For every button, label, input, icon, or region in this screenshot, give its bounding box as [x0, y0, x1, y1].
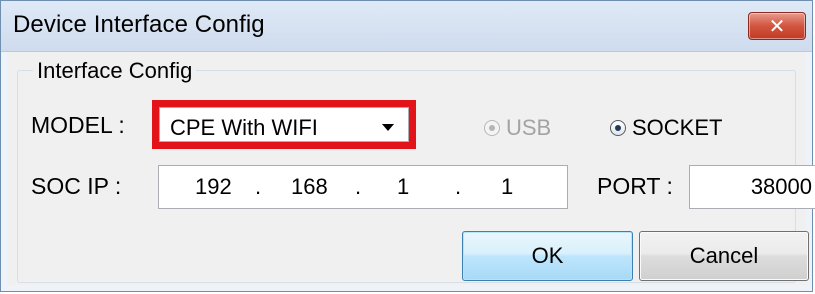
ip-octet-2[interactable]: 168 — [291, 174, 328, 200]
radio-dot — [489, 125, 495, 131]
ip-separator: . — [255, 174, 262, 199]
cancel-button[interactable]: Cancel — [639, 231, 809, 281]
port-label: PORT : — [597, 173, 673, 199]
port-value: 38000 — [750, 174, 812, 199]
dialog-window: Device Interface Config ✕ Interface Conf… — [0, 0, 815, 292]
model-dropdown[interactable]: CPE With WIFI — [159, 107, 409, 142]
ok-button-label: OK — [531, 243, 564, 268]
socket-radio[interactable] — [610, 120, 626, 136]
ip-octet-3[interactable]: 1 — [397, 174, 409, 200]
ip-separator: . — [455, 174, 462, 199]
ip-octet-4[interactable]: 1 — [501, 174, 513, 200]
window-title: Device Interface Config — [13, 11, 265, 38]
title-bar[interactable]: Device Interface Config ✕ — [1, 1, 812, 52]
soc-ip-field[interactable]: 192 . 168 . 1 . 1 — [158, 165, 568, 209]
cancel-button-label: Cancel — [689, 243, 759, 268]
socket-radio-label: SOCKET — [632, 115, 723, 140]
soc-ip-label: SOC IP : — [31, 173, 122, 199]
usb-radio[interactable] — [484, 120, 500, 136]
port-field[interactable]: 38000 — [689, 165, 815, 209]
close-icon: ✕ — [768, 15, 786, 38]
ip-octet-1[interactable]: 192 — [195, 174, 232, 200]
model-highlight-box: CPE With WIFI — [152, 100, 416, 149]
close-button[interactable]: ✕ — [748, 12, 806, 40]
model-dropdown-value: CPE With WIFI — [170, 115, 318, 140]
usb-radio-label: USB — [506, 115, 552, 140]
ip-separator: . — [355, 174, 362, 199]
radio-dot — [615, 125, 621, 131]
model-label: MODEL : — [31, 112, 125, 138]
ok-button[interactable]: OK — [462, 231, 633, 281]
group-label: Interface Config — [33, 58, 197, 84]
chevron-down-icon[interactable] — [382, 124, 394, 131]
